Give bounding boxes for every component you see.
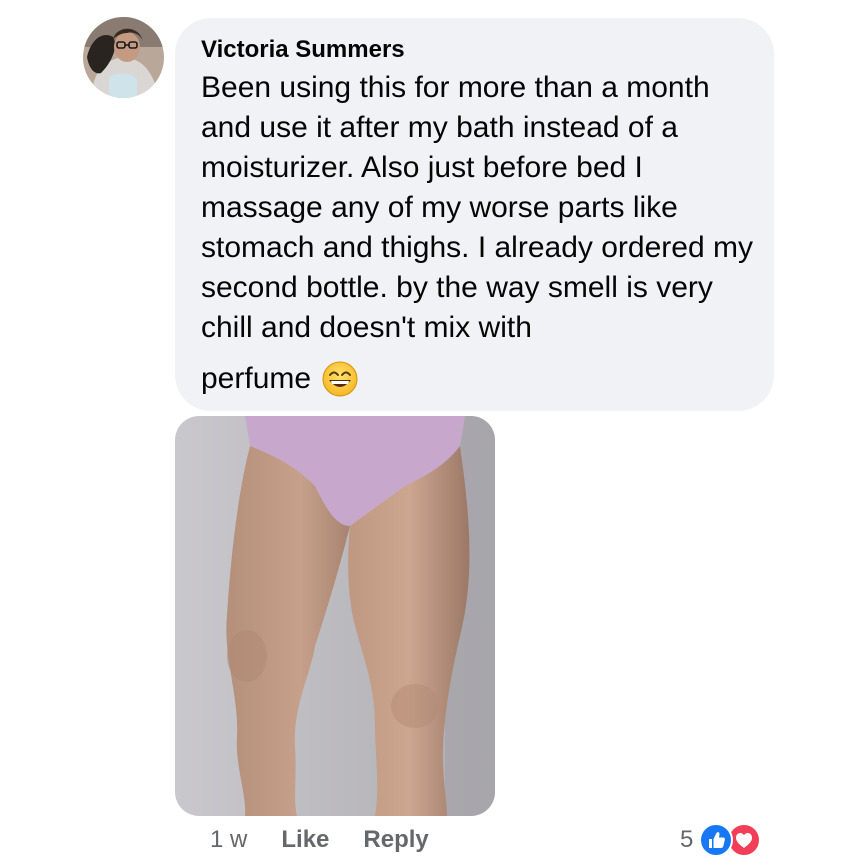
reaction-summary[interactable]: 5: [680, 822, 762, 858]
reaction-count: 5: [680, 826, 694, 853]
comment-text-end: perfume: [201, 362, 312, 395]
comment-author[interactable]: Victoria Summers: [201, 35, 405, 65]
comment-photo[interactable]: [175, 416, 495, 816]
comment-timestamp[interactable]: 1 w: [210, 826, 247, 854]
like-button[interactable]: Like: [281, 826, 329, 854]
comment-bubble: Victoria Summers Been using this for mor…: [175, 18, 774, 411]
thumbs-up-icon: [699, 823, 734, 857]
avatar[interactable]: [83, 17, 164, 98]
reply-button[interactable]: Reply: [363, 826, 428, 854]
comment-text: Been using this for more than a month an…: [201, 71, 753, 344]
grinning-face-emoji-icon: [321, 360, 359, 398]
comment-actions: 1 w Like Reply: [210, 822, 463, 858]
comment-last-line: perfume: [201, 359, 754, 399]
